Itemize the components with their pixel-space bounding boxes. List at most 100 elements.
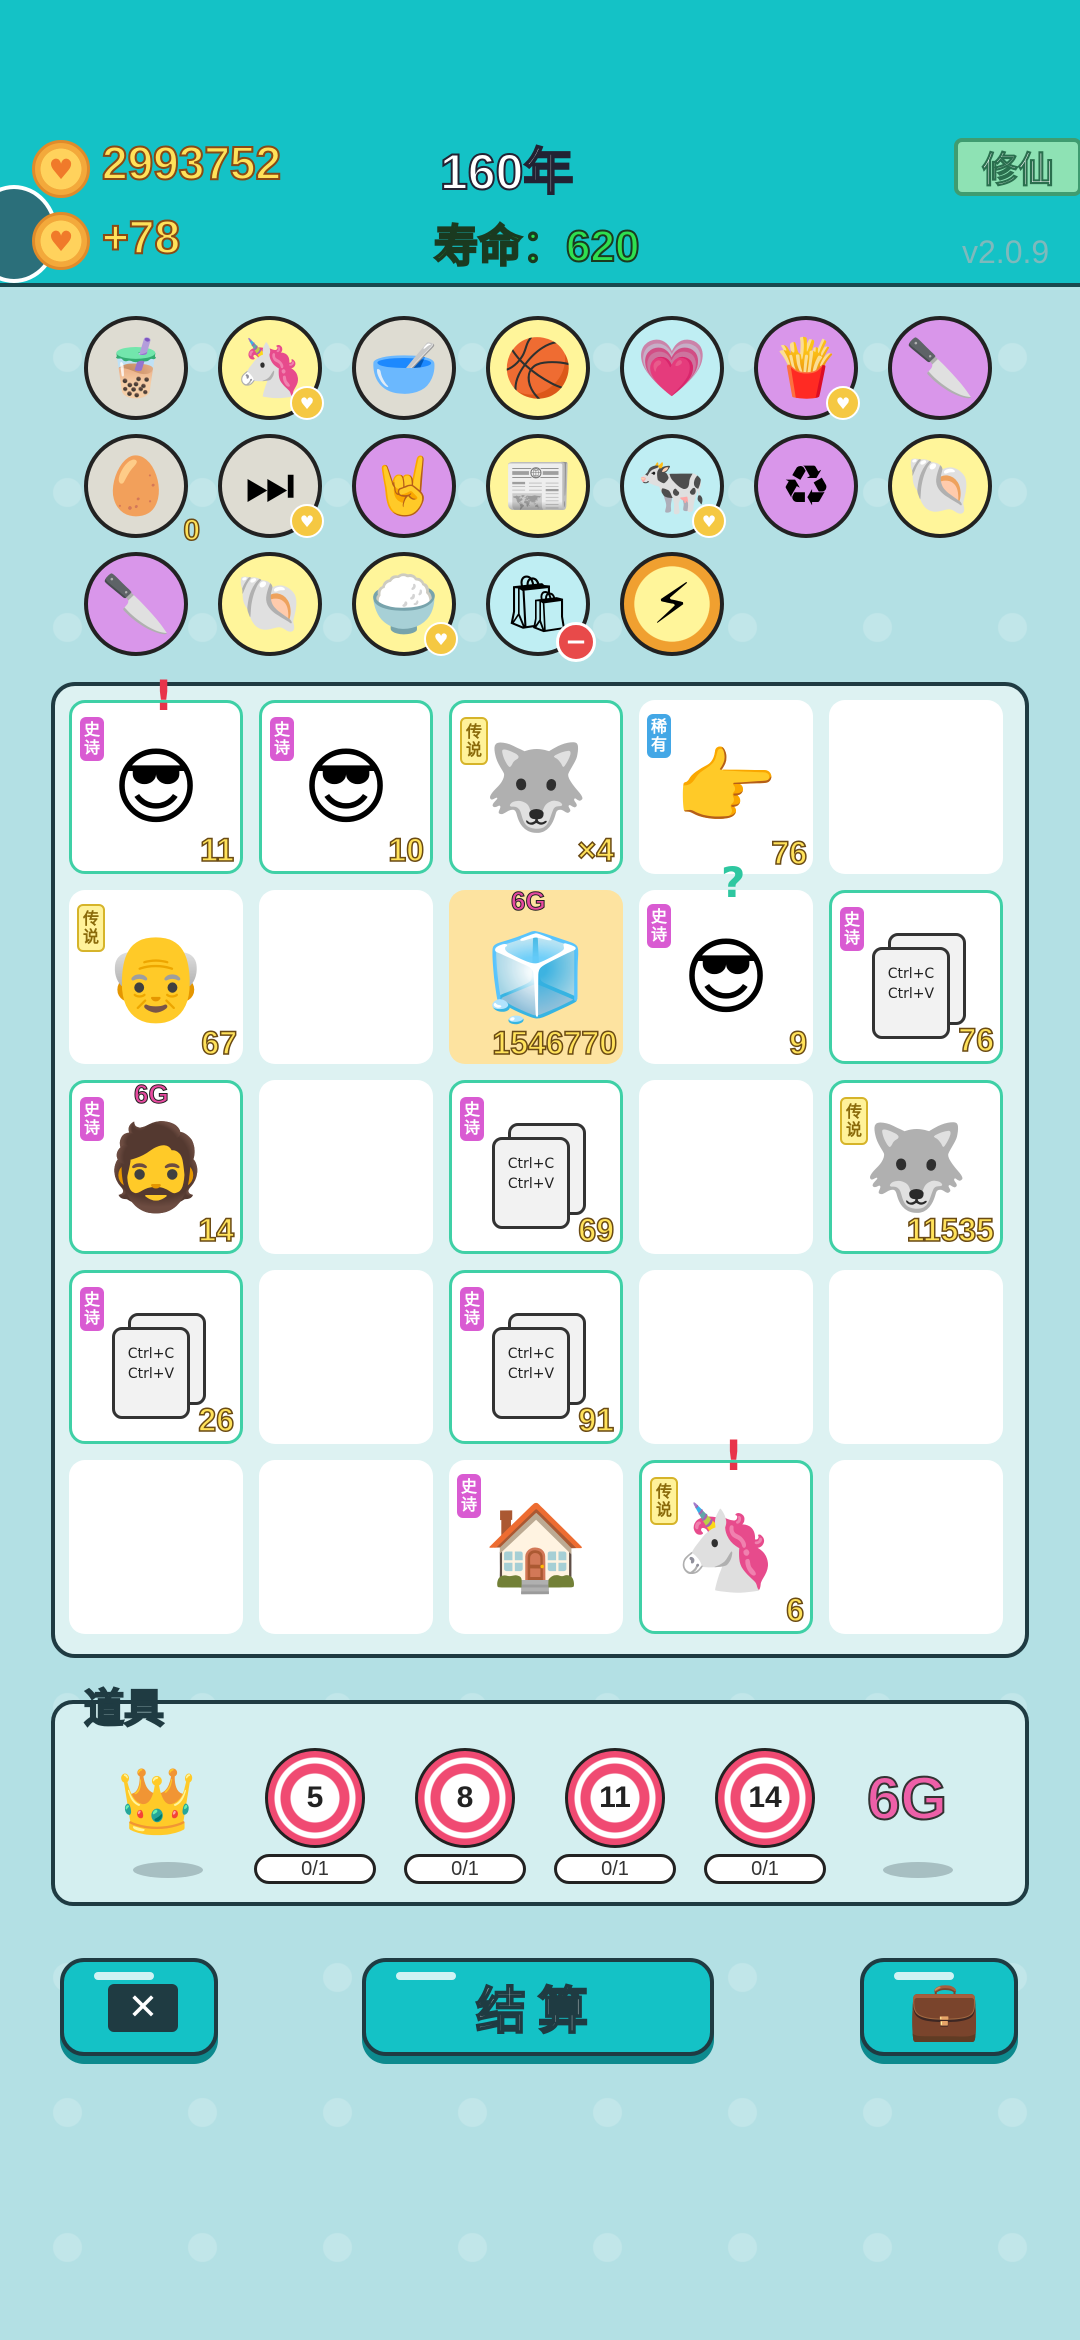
cell-count: 14 — [198, 1211, 235, 1249]
rock-hand-icon[interactable]: 🤘 — [352, 434, 456, 538]
cell-count: ×4 — [577, 831, 615, 869]
board-cell[interactable]: 🧊 6G 1546770 — [449, 886, 623, 1064]
seashell-icon-2[interactable]: 🐚 — [218, 552, 322, 656]
basketballs-icon-glyph: 🏀 — [503, 336, 573, 401]
recycle-icon[interactable]: ♻ — [754, 434, 858, 538]
cleaver-icon-glyph: 🔪 — [905, 336, 975, 401]
target-prop-8[interactable]: 8 — [415, 1748, 515, 1848]
seashell-icon-glyph: 🐚 — [905, 454, 975, 519]
empty-board-cell[interactable] — [259, 1460, 433, 1634]
board-cell[interactable]: 史诗 Ctrl+C Ctrl+V 91 — [449, 1270, 623, 1444]
status-mark: ! — [724, 1431, 744, 1480]
board-cell[interactable]: 传说 👴 67 — [69, 890, 243, 1064]
board-cell[interactable]: 史诗 Ctrl+C Ctrl+V 26 — [69, 1270, 243, 1444]
top-status-bar: ♥ 2993752 ♥ +78 160年 寿命：620 修仙 v2.0.9 — [0, 0, 1080, 287]
cell-count: 91 — [578, 1401, 615, 1439]
cultivate-button[interactable]: 修仙 — [954, 138, 1080, 196]
bubble-tea-icon[interactable]: 🧋 — [84, 316, 188, 420]
coin-total: 2993752 — [101, 136, 282, 190]
board-cell[interactable]: 史诗 Ctrl+C Ctrl+V 69 — [449, 1080, 623, 1254]
copy-paste-card-icon: Ctrl+C Ctrl+V — [872, 933, 966, 1041]
merge-board: 史诗 😎! 11 史诗 😎 10 传说 🐺 ×4 稀有 👉 76 传说 👴 67 🧊 6G 1546770 史诗 😎?… — [51, 671, 1029, 1658]
exit-button[interactable]: ✕ — [60, 1958, 218, 2056]
board-cell[interactable]: 史诗 😎 10 — [259, 700, 433, 874]
target-prop-14[interactable]: 14 — [715, 1748, 815, 1848]
favorite-badge-icon: ♥ — [692, 504, 726, 538]
rarity-tag: 史诗 — [840, 907, 864, 951]
target-prop-11[interactable]: 11 — [565, 1748, 665, 1848]
coin-income: +78 — [101, 210, 181, 264]
french-fries-icon[interactable]: 🍟 ♥ — [754, 316, 860, 420]
copy-paste-text: Ctrl+C Ctrl+V — [492, 1137, 570, 1229]
garbage-bag-icon[interactable]: 🛍 − — [486, 552, 596, 662]
empty-board-cell[interactable] — [69, 1460, 243, 1634]
heart-coin-icon: ♥ — [32, 140, 90, 198]
board-cell[interactable]: 史诗 Ctrl+C Ctrl+V 76 — [829, 890, 1003, 1064]
unicorn-icon[interactable]: 🦄 ♥ — [218, 316, 324, 420]
copy-paste-text: Ctrl+C Ctrl+V — [492, 1327, 570, 1419]
cell-count: 11 — [199, 831, 234, 869]
basketballs-icon[interactable]: 🏀 — [486, 316, 590, 420]
cell-count: 69 — [578, 1211, 615, 1249]
target-prop-5[interactable]: 5 — [265, 1748, 365, 1848]
board-cell[interactable]: 史诗 😎! 11 — [69, 671, 243, 874]
target-value: 14 — [748, 1781, 782, 1814]
rice-bowl-icon[interactable]: 🍚 ♥ — [352, 552, 458, 656]
skip-forward-icon[interactable]: ⏭ ♥ — [218, 434, 324, 538]
empty-board-cell[interactable] — [259, 1080, 433, 1254]
target-progress: 0/1 — [254, 1854, 376, 1884]
empty-board-cell[interactable] — [259, 890, 433, 1064]
empty-board-cell[interactable] — [639, 1080, 813, 1254]
lightning-icon[interactable]: ⚡ — [620, 552, 724, 656]
button-shine — [94, 1972, 154, 1980]
cow-pair-icon[interactable]: 🐄 ♥ — [620, 434, 726, 538]
item-count: 0 — [183, 513, 201, 548]
lifespan-display: 寿命：620 — [433, 221, 640, 272]
remove-badge-icon[interactable]: − — [556, 622, 596, 662]
egg-tray-icon[interactable]: 🥚 0 — [84, 434, 201, 548]
pet-food-bowl-icon[interactable]: 🥣 — [352, 316, 456, 420]
props-panel: 👑 5 0/1 8 0/1 11 0/1 14 0/1 6G — [51, 1700, 1029, 1906]
board-cell[interactable]: 稀有 👉 76 — [639, 700, 813, 874]
rarity-tag: 史诗 — [460, 1287, 484, 1331]
board-cell[interactable]: 史诗 😎? 9 — [639, 858, 813, 1064]
crown-icon[interactable]: 👑 — [117, 1764, 197, 1839]
board-cell[interactable]: 史诗 🏠 — [449, 1460, 623, 1634]
empty-board-cell[interactable] — [639, 1270, 813, 1444]
settle-button[interactable]: 结算 — [362, 1958, 714, 2056]
time-magazine-icon[interactable]: 📰 — [486, 434, 590, 538]
target-value: 5 — [306, 1781, 324, 1814]
green-hair-guy-icon: 😎 — [682, 928, 770, 1026]
cell-count: 10 — [388, 831, 425, 869]
empty-board-cell[interactable] — [829, 1270, 1003, 1444]
empty-board-cell[interactable] — [829, 700, 1003, 874]
sixg-prop[interactable]: 6G — [866, 1764, 948, 1833]
empty-board-cell[interactable] — [829, 1460, 1003, 1634]
board-cell[interactable]: 传说 🐺 11535 — [829, 1080, 1003, 1254]
board-cell[interactable]: 史诗 🧔 6G 14 — [69, 1079, 243, 1254]
target-progress: 0/1 — [704, 1854, 826, 1884]
empty-board-cell[interactable] — [259, 1270, 433, 1444]
cleaver-icon-2[interactable]: 🔪 — [84, 552, 188, 656]
favorite-badge-icon: ♥ — [826, 386, 860, 420]
time-magazine-icon-glyph: 📰 — [503, 454, 573, 519]
heart-coin-icon: ♥ — [32, 212, 90, 270]
inventory-button[interactable]: 💼 — [860, 1958, 1018, 2056]
target-value: 11 — [599, 1781, 631, 1814]
skip-forward-icon-glyph: ⏭ — [244, 453, 296, 518]
board-cell[interactable]: 传说 🦄! 6 — [639, 1431, 813, 1634]
target-progress: 0/1 — [554, 1854, 676, 1884]
board-cell[interactable]: 传说 🐺 ×4 — [449, 700, 623, 874]
heart-potion-icon[interactable]: 💗 — [620, 316, 724, 420]
cell-count: 9 — [788, 1024, 807, 1062]
cell-count: 26 — [198, 1401, 235, 1439]
bubble-tea-icon-glyph: 🧋 — [101, 336, 171, 401]
rabbit-house-icon: 🏠 — [483, 1497, 589, 1596]
copy-paste-card-icon: Ctrl+C Ctrl+V — [492, 1313, 586, 1421]
seashell-icon[interactable]: 🐚 — [888, 434, 992, 538]
cleaver-icon[interactable]: 🔪 — [888, 316, 992, 420]
copy-paste-text: Ctrl+C Ctrl+V — [112, 1327, 190, 1419]
cell-count: 67 — [201, 1024, 238, 1062]
favorite-badge-icon: ♥ — [424, 622, 458, 656]
heart-potion-icon-glyph: 💗 — [637, 336, 707, 401]
